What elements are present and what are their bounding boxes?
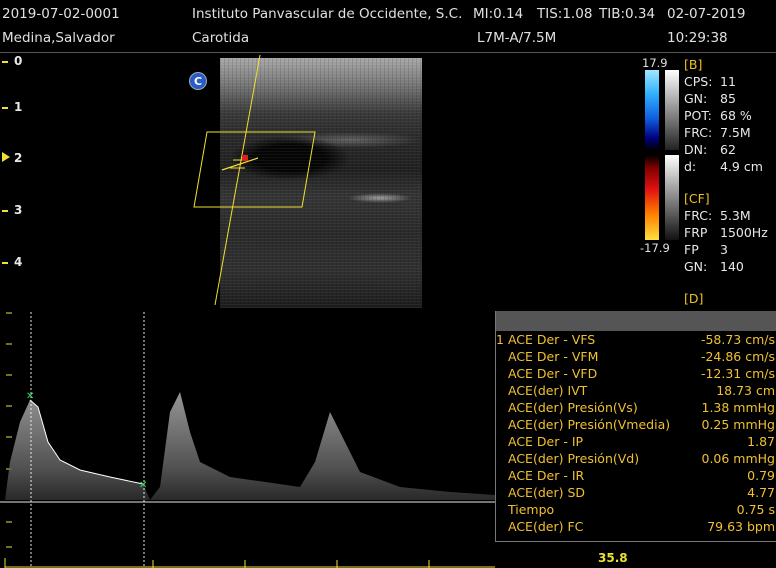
measurement-row: ACE(der) FC 79.63 bpm — [508, 519, 775, 534]
grayscale-bar-top — [665, 70, 679, 150]
doppler-params: [D] — [684, 290, 703, 307]
measurement-row: ACE Der - IR 0.79 — [508, 468, 775, 483]
grayscale-bar-bottom — [665, 155, 679, 240]
measurement-row: ACE Der - IP 1.87 — [508, 434, 775, 449]
spectral-doppler-trace[interactable]: ✕ ✕ — [0, 312, 495, 568]
marker-diastolic-icon: ✕ — [139, 480, 147, 491]
param-row: FRC: 7.5M — [684, 125, 751, 140]
color-flow-spot — [242, 155, 248, 161]
measurement-panel: 1 ACE Der - VFS -58.73 cm/s ACE Der - VFM… — [495, 311, 776, 542]
measurement-row: ACE Der - VFM -24.86 cm/s — [508, 349, 775, 364]
measurement-row: ACE(der) Presión(Vd) 0.06 mmHg — [508, 451, 775, 466]
param-row: d: 4.9 cm — [684, 159, 763, 174]
color-velocity-bar-negative — [645, 155, 659, 240]
velocity-scale-ticks — [6, 312, 12, 548]
b-section-title: [B] — [684, 57, 703, 72]
color-velocity-bar-positive — [645, 70, 659, 150]
param-row: FRC: 5.3M — [684, 208, 751, 223]
doppler-overlay[interactable] — [0, 0, 776, 320]
spectrum-fill — [5, 392, 495, 500]
color-flow-params: [CF] FRC: 5.3M FRP 1500Hz FP 3 GN: 140 — [684, 190, 768, 275]
param-row: FP 3 — [684, 242, 728, 257]
measurement-row: 1 ACE Der - VFS -58.73 cm/s — [496, 332, 775, 347]
sweep-speed-value: 35.8 — [598, 551, 628, 565]
cf-section-title: [CF] — [684, 191, 710, 206]
b-mode-params: [B] CPS: 11 GN: 85 POT: 68 % FRC: 7.5M DN: 62… — [684, 56, 763, 175]
param-row: DN: 62 — [684, 142, 736, 157]
measurement-row: ACE Der - VFD -12.31 cm/s — [508, 366, 775, 381]
color-roi-box — [193, 131, 316, 208]
param-row: CPS: 11 — [684, 74, 736, 89]
measurement-row: Tiempo 0.75 s — [508, 502, 775, 517]
marker-systolic-icon: ✕ — [26, 391, 34, 402]
param-row: POT: 68 % — [684, 108, 752, 123]
doppler-cursor-line — [214, 54, 261, 306]
color-scale-bottom: -17.9 — [640, 241, 670, 255]
measurement-row: ACE(der) Presión(Vs) 1.38 mmHg — [508, 400, 775, 415]
param-row: GN: 85 — [684, 91, 736, 106]
color-scale-top: 17.9 — [642, 56, 668, 70]
time-scale-ticks — [4, 558, 495, 568]
d-section-title: [D] — [684, 291, 704, 306]
measurement-row: ACE(der) IVT 18.73 cm — [508, 383, 775, 398]
measurement-row: ACE(der) Presión(Vmedia) 0.25 mmHg — [508, 417, 775, 432]
measurement-row: ACE(der) SD 4.77 — [508, 485, 775, 500]
param-row: GN: 140 — [684, 259, 744, 274]
measurement-header — [496, 311, 776, 331]
param-row: FRP 1500Hz — [684, 225, 768, 240]
